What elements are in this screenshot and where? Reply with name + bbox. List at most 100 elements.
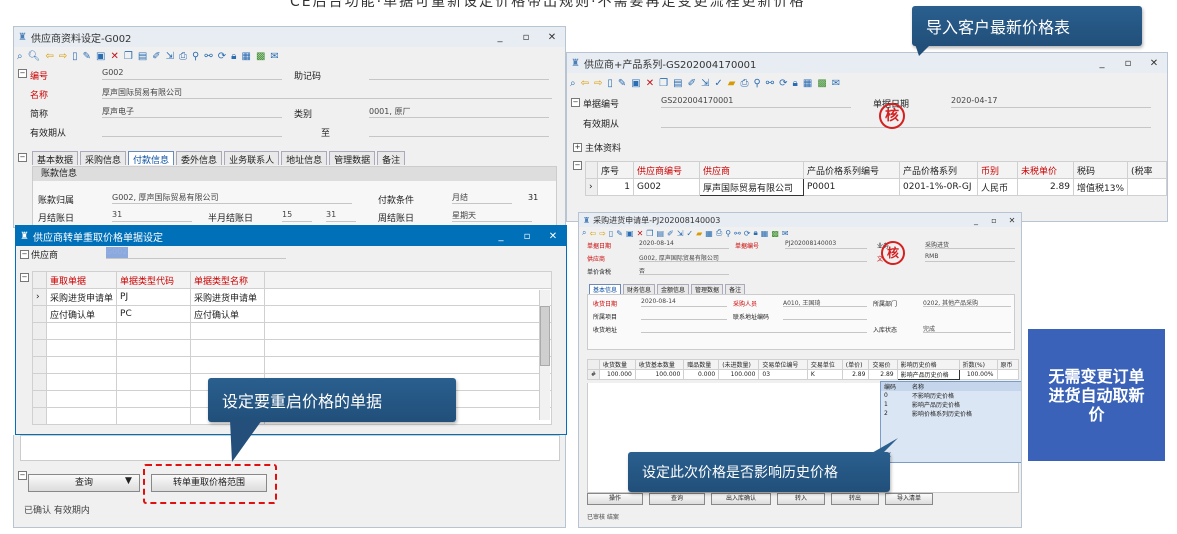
dept-field[interactable]: 0202, 其他产品采购 (923, 298, 1011, 307)
monthly-field[interactable]: 31 (112, 210, 192, 222)
collapse-tabs-icon[interactable]: − (18, 153, 27, 162)
dropdown-option[interactable]: 1 影响产品历史价格 (881, 400, 1021, 409)
printer-icon[interactable]: ⎙ (179, 51, 187, 62)
col-header[interactable]: 交易价 (868, 359, 898, 370)
mail-icon[interactable]: ✉ (270, 51, 278, 62)
operate-button[interactable]: 操作 (587, 493, 643, 505)
grid-cell[interactable]: PJ (116, 288, 192, 306)
code-field[interactable]: G002 (102, 68, 282, 80)
prev-arrow-icon[interactable]: ⇦ (581, 78, 589, 89)
next-arrow-icon[interactable]: ⇨ (594, 78, 602, 89)
valid-from-field[interactable] (661, 116, 1151, 128)
collapse-header-icon[interactable]: − (20, 250, 29, 259)
refresh-icon[interactable]: ⟳ (744, 229, 751, 238)
folder-icon[interactable]: ▰ (696, 229, 702, 238)
table-row[interactable]: # 100.000 100.000 0.000 100.000 03 K 2.8… (586, 369, 1020, 380)
doc-date-field[interactable]: 2020-04-17 (951, 96, 1151, 108)
expand-main-icon[interactable]: + (573, 143, 582, 152)
vertical-scrollbar[interactable] (539, 290, 550, 420)
supplier-field[interactable]: G002 (106, 247, 286, 259)
col-header[interactable]: 赠品数量 (683, 359, 720, 370)
col-header[interactable]: 供应商 (699, 161, 804, 179)
grid-cell[interactable]: K (806, 369, 843, 380)
series-titlebar[interactable]: ♜ 供应商+产品系列-GS202004170001 _ ▫ ✕ (567, 53, 1167, 73)
delete-icon[interactable]: ✕ (646, 78, 654, 89)
new-doc-icon[interactable]: ▯ (607, 78, 613, 89)
prev-arrow-icon[interactable]: ⇦ (589, 229, 596, 238)
close-icon[interactable]: ✕ (1003, 216, 1021, 225)
recv-addr-field[interactable] (641, 324, 867, 333)
doc-no-field[interactable]: PJ202008140003 (785, 240, 867, 249)
col-header[interactable]: 序号 (597, 161, 634, 179)
query-button[interactable]: 查询 (649, 493, 705, 505)
weekly-field[interactable]: 星期天 (452, 210, 532, 222)
report-icon[interactable]: ▦ (241, 51, 250, 62)
link-icon[interactable]: ⚲ (192, 51, 199, 62)
attach-icon[interactable]: ✐ (667, 229, 674, 238)
delete-icon[interactable]: ✕ (110, 51, 118, 62)
col-header[interactable]: 未税单价 (1017, 161, 1074, 179)
col-header[interactable]: 产品价格系列编号 (803, 161, 900, 179)
export-icon[interactable]: ⇲ (701, 78, 709, 89)
next-arrow-icon[interactable]: ⇨ (599, 229, 606, 238)
mail-icon[interactable]: ✉ (832, 78, 840, 89)
supplier-titlebar[interactable]: ♜ 供应商资料设定-G002 _ ▫ ✕ (14, 27, 565, 47)
col-header[interactable]: 交易单位编号 (758, 359, 808, 370)
edit-icon[interactable]: ✎ (616, 229, 623, 238)
save-icon[interactable]: ▣ (631, 78, 640, 89)
collapse-grid-icon[interactable]: − (20, 273, 29, 282)
scrollbar-thumb[interactable] (540, 306, 550, 366)
col-header[interactable]: 产品价格系列 (899, 161, 978, 179)
grid-cell[interactable]: 采购进货申请单 (190, 288, 266, 306)
new-doc-icon[interactable]: ▯ (609, 229, 613, 238)
grid-cell[interactable]: 采购进货申请单 (45, 288, 118, 306)
grid-icon[interactable]: ▦ (705, 229, 713, 238)
tab-management[interactable]: 管理数据 (691, 284, 724, 294)
approve-icon[interactable]: ✓ (686, 229, 693, 238)
project-field[interactable] (641, 311, 727, 320)
col-header[interactable]: 供应商编号 (633, 161, 700, 179)
export-icon[interactable]: ⇲ (677, 229, 684, 238)
grid-cell[interactable]: P0001 (803, 178, 900, 196)
valid-to-field[interactable] (369, 125, 549, 137)
grid-cell-affect-history[interactable]: 影响产品历史价格 (896, 369, 960, 380)
export-icon[interactable]: ⇲ (166, 51, 174, 62)
maximize-icon[interactable]: ▫ (513, 32, 539, 43)
tab-basic-info[interactable]: 基本信息 (589, 284, 622, 294)
print-preview-icon[interactable]: ⌕ (570, 78, 576, 89)
grid-cell[interactable]: PC (116, 305, 192, 323)
tab-remarks[interactable]: 备注 (725, 284, 746, 294)
refresh-icon[interactable]: ⟳ (779, 78, 787, 89)
minimize-icon[interactable]: _ (488, 231, 514, 242)
business-field[interactable]: 采购进货 (925, 240, 1015, 249)
excel-icon[interactable]: ▩ (256, 51, 265, 62)
col-header[interactable]: 单据类型代码 (116, 271, 192, 289)
grid-cell[interactable]: 增值税13% (1072, 178, 1129, 196)
valid-from-field[interactable] (102, 125, 282, 137)
col-header[interactable]: 币别 (977, 161, 1018, 179)
copy-icon[interactable]: ❐ (659, 78, 668, 89)
col-header[interactable]: 重取单据 (45, 271, 118, 289)
col-header[interactable]: (税率 (1127, 161, 1167, 179)
recv-date-field[interactable]: 2020-08-14 (641, 298, 727, 307)
unlink-icon[interactable]: ⚯ (204, 51, 212, 62)
grid-cell[interactable]: 0201-1%-0R-GJ (899, 178, 978, 196)
col-header[interactable]: 交易单位 (806, 359, 843, 370)
supplier-field[interactable]: G002, 厚声国际贸易有限公司 (639, 253, 867, 262)
tab-basic[interactable]: 基本数据 (32, 151, 79, 166)
printer-icon[interactable]: ⎙ (716, 228, 722, 238)
collapse-footer-icon[interactable]: − (18, 471, 27, 480)
lock-icon[interactable]: 🔒︎ (793, 78, 798, 89)
grid-cell[interactable]: 100.000 (599, 369, 636, 380)
col-header[interactable]: 单据类型名称 (190, 271, 266, 289)
excel-icon[interactable]: ▩ (817, 78, 826, 89)
attach-icon[interactable]: ✐ (688, 78, 696, 89)
grid-cell[interactable]: 1 (597, 178, 634, 196)
col-header[interactable]: 收货基本数量 (634, 359, 685, 370)
grid-cell[interactable]: 厚声国际贸易有限公司 (699, 178, 804, 196)
price-tax-field[interactable]: 否 (639, 266, 729, 275)
new-doc-icon[interactable]: ▯ (72, 51, 78, 62)
minimize-icon[interactable]: _ (967, 216, 985, 225)
collapse-header-icon[interactable]: − (571, 98, 580, 107)
print-preview-icon[interactable]: ⌕ (17, 51, 23, 62)
